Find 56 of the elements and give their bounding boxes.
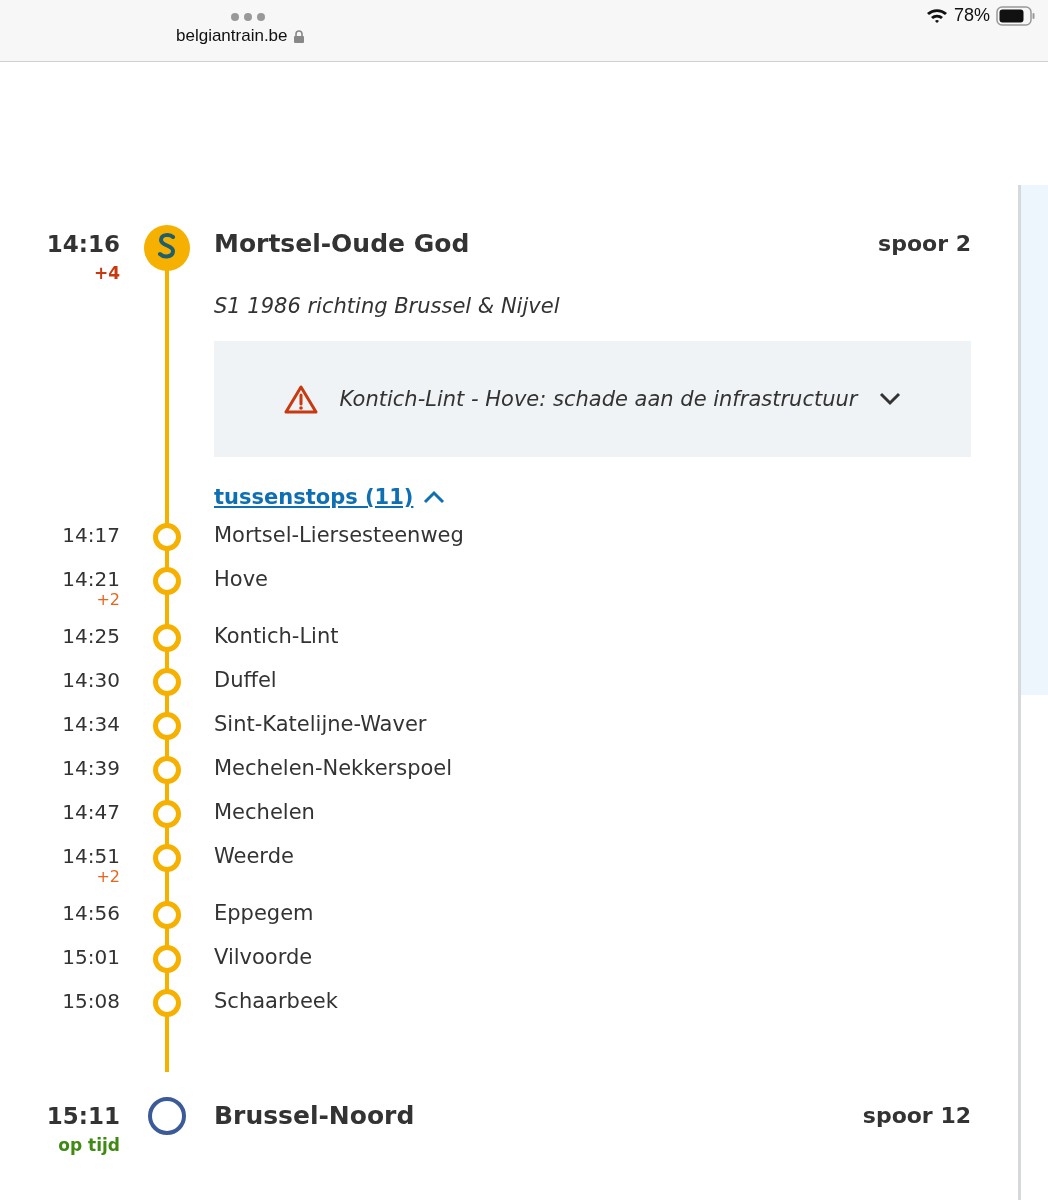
stop-marker (153, 624, 181, 652)
stop-name: Mortsel-Liersesteenweg (214, 523, 465, 549)
stop-name: Duffel (214, 668, 278, 694)
stop-name: Vilvoorde (214, 945, 314, 971)
stop-marker (153, 567, 181, 595)
stop-name: Kontich-Lint (214, 624, 340, 650)
stop-name: Schaarbeek (214, 989, 339, 1015)
stop-marker (153, 712, 181, 740)
stop-time: 14:51 (62, 844, 120, 868)
station-name: Mortsel-Oude God (214, 228, 471, 260)
more-icon[interactable] (230, 12, 266, 22)
stop-time: 14:39 (62, 756, 120, 780)
stop-marker (153, 901, 181, 929)
stop-marker (153, 756, 181, 784)
stop-marker (153, 945, 181, 973)
alert-text: Kontich-Lint - Hove: schade aan de infrastructuur (339, 387, 858, 411)
stop-name: Mechelen (214, 800, 316, 826)
address-text[interactable]: belgiantrain.be (176, 26, 288, 46)
stop-name: Weerde (214, 844, 295, 870)
train-logo-icon (144, 225, 190, 271)
punctuality-status: op tijd (58, 1135, 120, 1155)
stop-marker (153, 800, 181, 828)
stop-time: 14:34 (62, 712, 120, 736)
stop-time: 14:17 (62, 523, 120, 547)
lock-icon (293, 29, 304, 43)
stop-time: 14:30 (62, 668, 120, 692)
departure-time: 14:16 (46, 230, 120, 259)
stop-marker (153, 668, 181, 696)
stop-time: 14:25 (62, 624, 120, 648)
delay-minutes: +2 (96, 591, 120, 609)
stop-time: 15:01 (62, 945, 120, 969)
platform-label: spoor 2 (878, 230, 971, 258)
warning-icon (283, 384, 318, 414)
stop-time: 14:47 (62, 800, 120, 824)
delay-minutes: +2 (96, 868, 120, 886)
stop-name: Hove (214, 567, 269, 593)
platform-label: spoor 12 (862, 1102, 971, 1130)
stop-time: 14:56 (62, 901, 120, 925)
battery-percentage: 78% (953, 5, 990, 26)
stop-marker (153, 844, 181, 872)
battery-icon (996, 5, 1036, 26)
intermediate-stops-toggle[interactable]: tussenstops (11) (214, 484, 446, 510)
train-description: S1 1986 richting Brussel & Nijvel (214, 293, 561, 319)
destination-marker (148, 1097, 186, 1135)
stop-name: Sint-Katelijne-Waver (214, 712, 428, 738)
stop-name: Eppegem (214, 901, 315, 927)
station-name: Brussel-Noord (214, 1100, 416, 1132)
arrival-time: 15:11 (46, 1102, 120, 1131)
stop-name: Mechelen-Nekkerspoel (214, 756, 454, 782)
stop-time: 15:08 (62, 989, 120, 1013)
stop-marker (153, 989, 181, 1017)
disruption-alert[interactable]: Kontich-Lint - Hove: schade aan de infrastructuur (214, 341, 971, 457)
wifi-icon (925, 7, 948, 24)
stop-marker (153, 523, 181, 551)
stop-time: 14:21 (62, 567, 120, 591)
delay-minutes: +4 (93, 263, 120, 283)
